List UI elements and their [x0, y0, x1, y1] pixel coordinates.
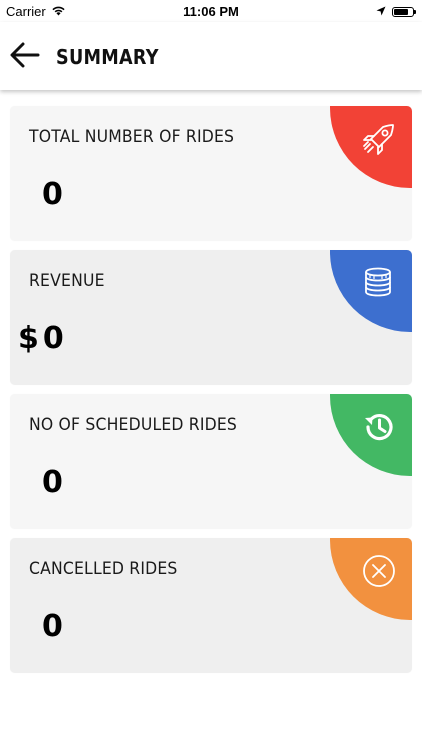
status-time: 11:06 PM: [183, 4, 239, 19]
status-right: [376, 4, 416, 19]
coins-icon: [360, 264, 398, 302]
card-value: 0: [42, 177, 63, 212]
back-button[interactable]: [8, 40, 42, 74]
battery-icon: [392, 6, 416, 17]
currency-symbol: $: [18, 321, 39, 356]
card-cancelled-rides[interactable]: CANCELLED RIDES 0: [10, 538, 412, 673]
card-value: 0: [42, 609, 63, 644]
app-header: SUMMARY: [0, 22, 422, 90]
card-label: NO OF SCHEDULED RIDES: [29, 415, 238, 435]
card-value: $0: [18, 321, 64, 356]
value-number: 0: [42, 609, 63, 644]
page-title: SUMMARY: [56, 45, 159, 69]
value-number: 0: [42, 177, 63, 212]
arrow-left-icon: [10, 42, 40, 73]
card-revenue[interactable]: REVENUE $0: [10, 250, 412, 385]
cancel-circle-icon: [360, 552, 398, 590]
rocket-icon: [360, 120, 398, 158]
status-bar: Carrier 11:06 PM: [0, 0, 422, 22]
history-icon: [360, 408, 398, 446]
value-number: 0: [42, 321, 64, 356]
value-number: 0: [42, 465, 63, 500]
battery-fill: [394, 8, 408, 15]
card-label: TOTAL NUMBER OF RIDES: [29, 127, 235, 147]
card-value: 0: [42, 465, 63, 500]
location-arrow-icon: [376, 4, 386, 19]
card-label: REVENUE: [29, 271, 105, 291]
card-total-rides[interactable]: TOTAL NUMBER OF RIDES 0: [10, 106, 412, 241]
card-scheduled-rides[interactable]: NO OF SCHEDULED RIDES 0: [10, 394, 412, 529]
card-label: CANCELLED RIDES: [29, 559, 178, 579]
summary-card-list: TOTAL NUMBER OF RIDES 0 REVENUE $0 NO OF…: [10, 106, 412, 682]
